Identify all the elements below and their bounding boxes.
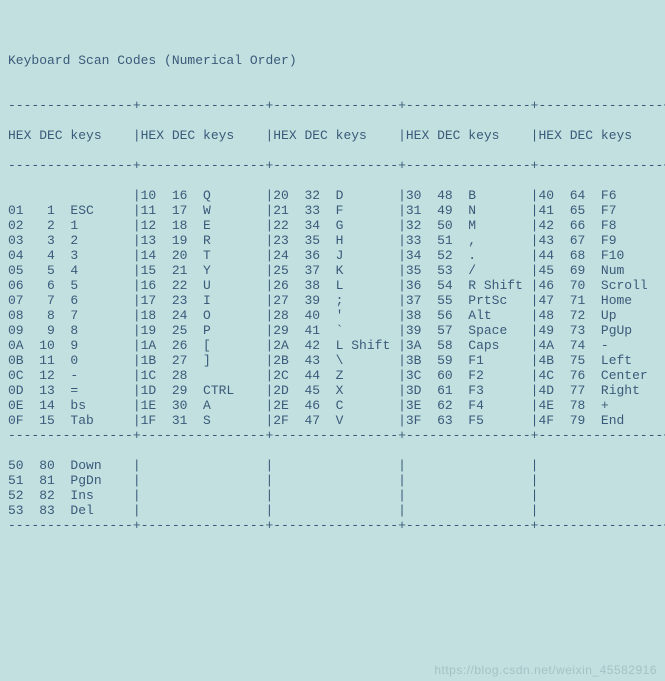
watermark: https://blog.csdn.net/weixin_45582916 [434,663,657,677]
scan-codes-table: Keyboard Scan Codes (Numerical Order) --… [8,53,657,533]
